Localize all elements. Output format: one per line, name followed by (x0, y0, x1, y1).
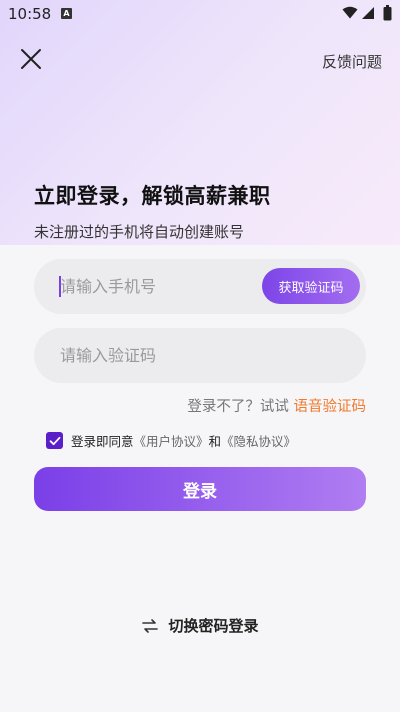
status-bar: 10:58 A (0, 0, 400, 28)
check-icon (49, 436, 60, 445)
notification-a-icon: A (61, 8, 72, 19)
close-button[interactable] (16, 44, 46, 74)
user-agreement-link[interactable]: 《用户协议》 (134, 431, 209, 450)
code-input[interactable] (60, 328, 260, 383)
agreement-row: 登录即同意 《用户协议》 和 《隐私协议》 (46, 431, 296, 450)
feedback-link[interactable]: 反馈问题 (322, 51, 382, 72)
voice-code-link[interactable]: 语音验证码 (294, 399, 367, 415)
status-time: 10:58 (8, 5, 52, 23)
login-button[interactable]: 登录 (34, 467, 366, 511)
agreement-prefix: 登录即同意 (71, 434, 134, 449)
voice-code-row: 登录不了？试试 语音验证码 (187, 395, 366, 416)
close-icon (21, 49, 41, 69)
phone-input-container: 获取验证码 (34, 259, 366, 314)
switch-arrows-icon (142, 618, 159, 633)
get-code-button[interactable]: 获取验证码 (262, 268, 360, 304)
wifi-icon (342, 6, 358, 19)
agreement-and: 和 (208, 434, 222, 449)
battery-icon (383, 5, 392, 21)
privacy-agreement-link[interactable]: 《隐私协议》 (221, 431, 296, 450)
page-title: 立即登录，解锁高薪兼职 (34, 184, 271, 208)
signal-icon (362, 7, 374, 19)
page-subtitle: 未注册过的手机将自动创建账号 (34, 223, 245, 241)
voice-code-prompt: 登录不了？试试 (187, 399, 289, 415)
switch-password-login-button[interactable]: 切换密码登录 (0, 615, 400, 636)
agreement-checkbox[interactable] (46, 432, 63, 449)
switch-password-login-label: 切换密码登录 (168, 617, 259, 635)
phone-input[interactable] (60, 259, 260, 314)
code-input-container (34, 328, 366, 383)
